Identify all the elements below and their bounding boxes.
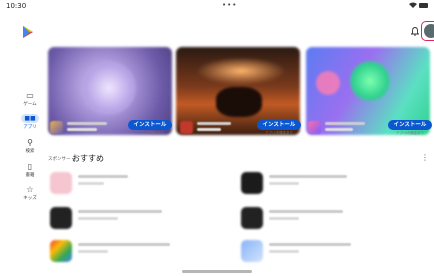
list-app-icon[interactable] bbox=[241, 207, 263, 229]
list-app-title bbox=[78, 175, 128, 178]
featured-app-3-subtitle bbox=[325, 128, 353, 131]
section-title[interactable]: おすすめ bbox=[72, 153, 104, 164]
featured-app-1-icon bbox=[50, 121, 63, 134]
status-bar: 10:30 ••• bbox=[0, 0, 434, 14]
gamepad-icon: ▭ bbox=[26, 91, 34, 100]
list-app-meta bbox=[78, 250, 108, 253]
featured-app-1-title bbox=[67, 122, 107, 125]
nav-apps-label: アプリ bbox=[23, 125, 37, 130]
nav-books[interactable]: ▯ 書籍 bbox=[16, 162, 44, 178]
nav-games-label: ゲーム bbox=[23, 102, 37, 107]
in-app-purchase-note-2: アプリ内課金あり bbox=[265, 131, 293, 135]
nav-books-label: 書籍 bbox=[25, 173, 35, 178]
sponsored-label: スポンサー・ bbox=[48, 157, 75, 162]
status-time: 10:30 bbox=[6, 2, 27, 10]
list-app-title bbox=[78, 243, 170, 246]
install-button-2[interactable]: インストール bbox=[257, 120, 301, 130]
nav-search-label: 検索 bbox=[25, 149, 35, 154]
apps-grid-icon: ■■ bbox=[21, 114, 39, 123]
list-app-icon[interactable] bbox=[50, 240, 72, 262]
nav-apps[interactable]: ■■ アプリ bbox=[16, 114, 44, 130]
play-logo-icon[interactable] bbox=[22, 26, 34, 38]
featured-app-3-title bbox=[325, 122, 365, 125]
search-icon: ⚲ bbox=[27, 138, 33, 147]
wifi-icon bbox=[409, 2, 417, 8]
home-gesture-bar[interactable] bbox=[182, 270, 252, 273]
featured-app-2-subtitle bbox=[197, 128, 221, 131]
kids-star-icon: ☆ bbox=[26, 185, 34, 194]
nav-kids[interactable]: ☆ キッズ bbox=[16, 185, 44, 201]
install-button-1[interactable]: インストール bbox=[128, 120, 172, 130]
featured-app-2-title bbox=[197, 122, 231, 125]
notification-bell-icon[interactable] bbox=[411, 27, 419, 36]
install-button-3[interactable]: インストール bbox=[388, 120, 432, 130]
more-vert-icon[interactable]: ⋮ bbox=[421, 153, 429, 162]
list-app-title bbox=[269, 243, 351, 246]
featured-app-2-icon bbox=[180, 121, 193, 134]
in-app-purchase-note-1: アプリ内課金あり bbox=[136, 131, 164, 135]
list-app-meta bbox=[269, 250, 299, 253]
list-app-meta bbox=[269, 182, 299, 185]
play-store-screen: 10:30 ••• ▭ ゲーム ■■ アプリ ⚲ 検索 ▯ 書籍 ☆ キッズ イ… bbox=[0, 0, 434, 276]
list-app-icon[interactable] bbox=[50, 172, 72, 194]
featured-app-1-subtitle bbox=[67, 128, 97, 131]
battery-icon bbox=[419, 2, 428, 8]
in-app-purchase-note-3: アプリ内課金あり bbox=[396, 131, 424, 135]
list-app-meta bbox=[269, 217, 299, 220]
nav-kids-label: キッズ bbox=[23, 196, 37, 201]
list-app-icon[interactable] bbox=[241, 172, 263, 194]
book-icon: ▯ bbox=[27, 162, 33, 171]
list-app-title bbox=[269, 175, 347, 178]
featured-app-3-icon bbox=[308, 121, 321, 134]
list-app-meta bbox=[78, 182, 104, 185]
nav-games[interactable]: ▭ ゲーム bbox=[16, 91, 44, 107]
status-icons bbox=[409, 2, 428, 8]
list-app-icon[interactable] bbox=[241, 240, 263, 262]
list-app-meta bbox=[78, 217, 118, 220]
list-app-icon[interactable] bbox=[50, 207, 72, 229]
multitask-dots[interactable]: ••• bbox=[222, 1, 237, 9]
nav-search[interactable]: ⚲ 検索 bbox=[16, 138, 44, 154]
account-avatar[interactable] bbox=[424, 24, 434, 38]
list-app-title bbox=[269, 210, 343, 213]
list-app-title bbox=[78, 210, 162, 213]
